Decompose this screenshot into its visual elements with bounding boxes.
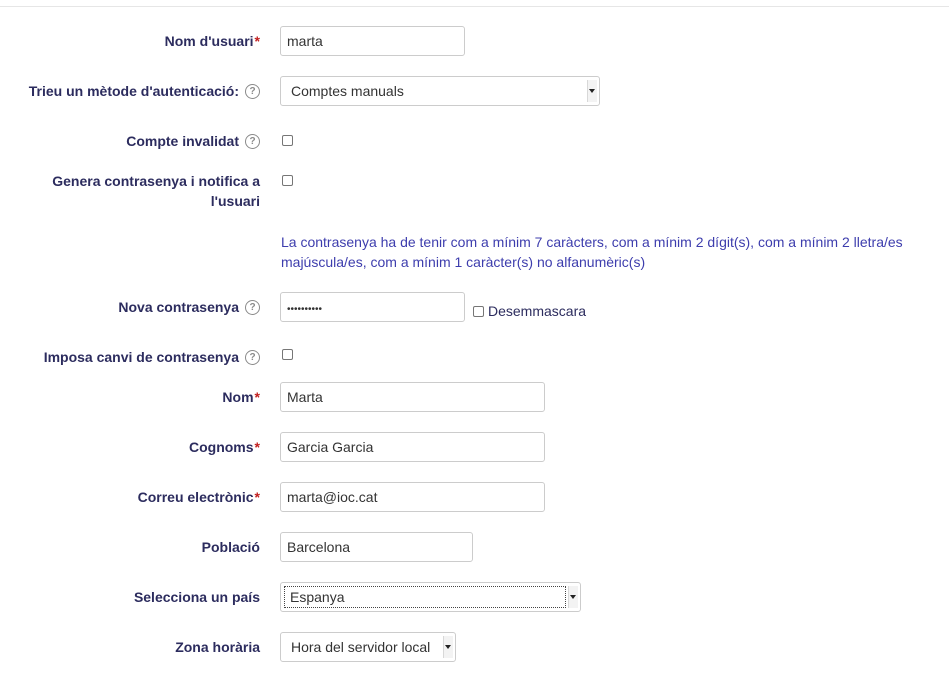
chevron-down-icon (443, 636, 453, 658)
city-input[interactable]: Barcelona (280, 532, 473, 562)
country-label: Selecciona un país (134, 587, 260, 607)
chevron-down-icon (568, 586, 578, 608)
new-password-masked-value: •••••••••• (287, 304, 323, 315)
auth-method-select[interactable]: Comptes manuals (280, 76, 600, 106)
unmask-toggle[interactable]: Desemmascara (473, 302, 586, 320)
lastname-label-text: Cognoms (188, 439, 254, 455)
new-password-label: Nova contrasenya? (118, 297, 260, 317)
suspended-checkbox[interactable] (282, 135, 293, 146)
email-label: Correu electrònic* (138, 487, 260, 507)
auth-label: Trieu un mètode d'autenticació:? (29, 81, 260, 101)
generate-password-label-line1: Genera contrasenya i notifica a (52, 173, 260, 189)
username-input[interactable]: marta (280, 26, 465, 56)
timezone-label: Zona horària (175, 637, 260, 657)
help-question-icon[interactable]: ? (245, 83, 260, 99)
firstname-label-text: Nom (222, 389, 254, 405)
country-value: Espanya (284, 586, 566, 608)
required-mark: * (254, 389, 260, 405)
password-rule-note: La contrasenya ha de tenir com a mínim 7… (281, 234, 903, 270)
firstname-value: Marta (287, 389, 323, 405)
city-label-text: Població (201, 539, 260, 555)
force-change-label-text: Imposa canvi de contrasenya (43, 349, 239, 365)
required-mark: * (254, 439, 260, 455)
auth-method-value: Comptes manuals (291, 83, 404, 99)
timezone-label-text: Zona horària (175, 639, 260, 655)
generate-password-checkbox[interactable] (282, 175, 293, 186)
auth-label-text: Trieu un mètode d'autenticació: (28, 83, 239, 99)
lastname-label: Cognoms* (189, 437, 260, 457)
country-select[interactable]: Espanya (280, 582, 581, 612)
generate-password-label: Genera contrasenya i notifica a l'usuari (52, 171, 260, 211)
help-question-icon[interactable]: ? (245, 349, 260, 365)
timezone-select[interactable]: Hora del servidor local (280, 632, 456, 662)
firstname-label: Nom* (222, 387, 260, 407)
help-question-icon[interactable]: ? (245, 133, 260, 149)
force-change-checkbox[interactable] (282, 349, 293, 360)
lastname-value: Garcia Garcia (287, 439, 374, 455)
city-label: Població (202, 537, 260, 557)
generate-password-label-line2: l'usuari (210, 193, 260, 209)
email-input[interactable]: marta@ioc.cat (280, 482, 545, 512)
username-label-text: Nom d'usuari (164, 33, 254, 49)
lastname-input[interactable]: Garcia Garcia (280, 432, 545, 462)
suspended-label-text: Compte invalidat (126, 133, 239, 149)
new-password-input[interactable]: •••••••••• (280, 292, 465, 322)
help-question-icon[interactable]: ? (245, 299, 260, 315)
suspended-label: Compte invalidat? (126, 131, 260, 151)
country-label-text: Selecciona un país (133, 589, 260, 605)
timezone-value: Hora del servidor local (291, 639, 431, 655)
unmask-checkbox[interactable] (473, 305, 484, 317)
username-value: marta (287, 33, 323, 49)
top-divider (0, 6, 949, 7)
required-mark: * (254, 33, 260, 49)
city-value: Barcelona (287, 539, 351, 555)
new-password-label-text: Nova contrasenya (118, 299, 239, 315)
required-mark: * (254, 489, 260, 505)
email-value: marta@ioc.cat (287, 489, 378, 505)
force-change-label: Imposa canvi de contrasenya? (44, 347, 260, 367)
email-label-text: Correu electrònic (137, 489, 254, 505)
chevron-down-icon (587, 80, 597, 102)
firstname-input[interactable]: Marta (280, 382, 545, 412)
unmask-label: Desemmascara (488, 303, 587, 319)
username-label: Nom d'usuari* (165, 31, 260, 51)
